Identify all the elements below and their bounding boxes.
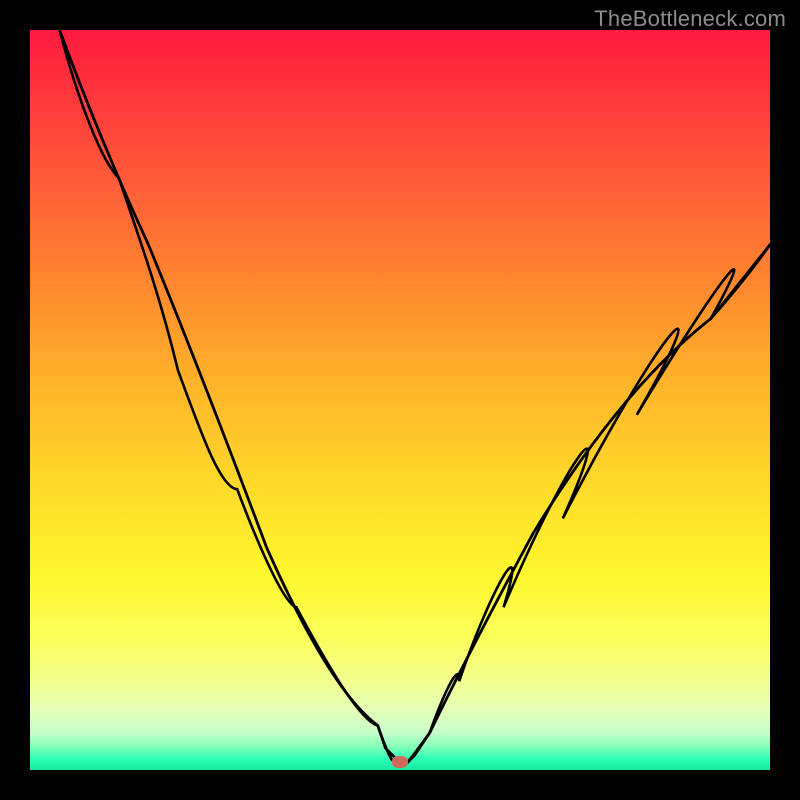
curve-svg-smooth bbox=[30, 30, 770, 770]
bottleneck-curve-smooth bbox=[60, 30, 770, 762]
curve-min-marker bbox=[392, 756, 408, 768]
chart-frame: TheBottleneck.com bbox=[0, 0, 800, 800]
watermark-text: TheBottleneck.com bbox=[594, 6, 786, 32]
plot-area bbox=[30, 30, 770, 770]
